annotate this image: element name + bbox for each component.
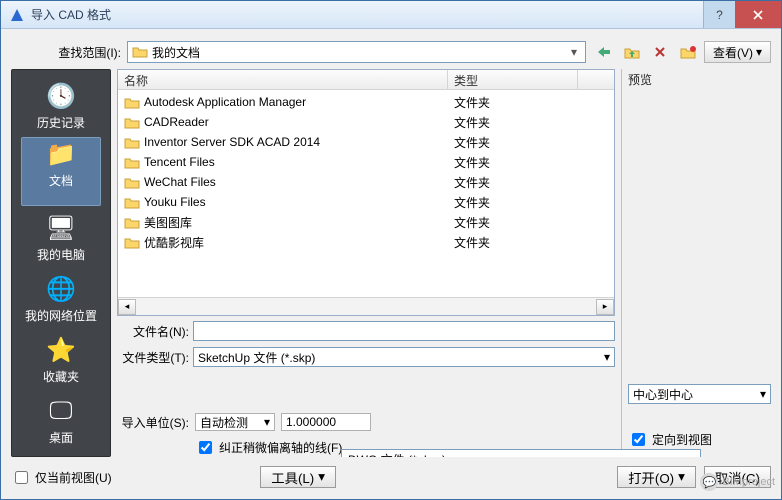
chevron-down-icon: ▾ — [604, 350, 610, 364]
window-title: 导入 CAD 格式 — [31, 6, 703, 23]
import-unit-label: 导入单位(S): — [117, 414, 189, 431]
folder-icon — [124, 155, 140, 169]
chevron-down-icon: ▾ — [756, 45, 762, 59]
file-row[interactable]: Inventor Server SDK ACAD 2014文件夹 — [118, 132, 614, 152]
horizontal-scrollbar[interactable]: ◂ ▸ — [118, 297, 614, 315]
sidebar-item-pc[interactable]: 🖥我的电脑 — [21, 208, 101, 267]
scroll-left-button[interactable]: ◂ — [118, 299, 136, 315]
folder-icon — [124, 215, 140, 229]
orient-checkbox[interactable] — [632, 433, 645, 446]
file-row[interactable]: 优酷影视库文件夹 — [118, 232, 614, 252]
up-folder-icon[interactable] — [620, 41, 644, 63]
sidebar-item-history[interactable]: 🕓历史记录 — [21, 76, 101, 135]
import-unit-select[interactable]: 自动检测▾ — [195, 413, 275, 431]
sidebar-item-net[interactable]: 🌐我的网络位置 — [21, 269, 101, 328]
sidebar-item-docs[interactable]: 📁文档 — [21, 137, 101, 206]
delete-icon[interactable] — [648, 41, 672, 63]
sidebar-item-fav[interactable]: ⭐收藏夹 — [21, 330, 101, 389]
lookin-value: 我的文档 — [152, 44, 200, 61]
filename-input[interactable] — [193, 321, 615, 341]
net-icon: 🌐 — [45, 273, 77, 305]
titlebar[interactable]: 导入 CAD 格式 ? — [1, 1, 781, 29]
new-folder-icon[interactable] — [676, 41, 700, 63]
folder-icon — [124, 175, 140, 189]
folder-icon — [132, 44, 148, 60]
file-row[interactable]: Autodesk Application Manager文件夹 — [118, 92, 614, 112]
file-row[interactable]: Youku Files文件夹 — [118, 192, 614, 212]
chevron-down-icon: ▾ — [567, 43, 581, 61]
file-row[interactable]: WeChat Files文件夹 — [118, 172, 614, 192]
lookin-dropdown[interactable]: 我的文档 ▾ — [127, 41, 586, 63]
column-type[interactable]: 类型 — [448, 70, 578, 89]
orient-label: 定向到视图 — [652, 431, 712, 448]
places-bar: 🕓历史记录📁文档🖥我的电脑🌐我的网络位置⭐收藏夹🖵桌面 — [11, 69, 111, 457]
column-name[interactable]: 名称 — [118, 70, 448, 89]
folder-icon — [124, 95, 140, 109]
folder-icon — [124, 135, 140, 149]
lookin-label: 查找范围(I): — [11, 44, 121, 61]
desk-icon: 🖵 — [45, 395, 77, 427]
tools-button[interactable]: 工具(L)▾ — [260, 466, 336, 488]
chat-icon: 💬 — [700, 473, 718, 491]
only-front-label: 仅当前视图(U) — [35, 469, 112, 486]
file-row[interactable]: 美图图库文件夹 — [118, 212, 614, 232]
view-menu-button[interactable]: 查看(V)▾ — [704, 41, 771, 63]
file-list[interactable]: Autodesk Application Manager文件夹CADReader… — [118, 90, 614, 297]
filetype-select[interactable]: SketchUp 文件 (*.skp) ▾ — [193, 347, 615, 367]
docs-icon: 📁 — [45, 138, 77, 170]
file-row[interactable]: CADReader文件夹 — [118, 112, 614, 132]
filename-label: 文件名(N): — [117, 323, 189, 340]
position-select[interactable]: 中心到中心▾ — [628, 384, 771, 404]
help-button[interactable]: ? — [703, 1, 735, 28]
folder-icon — [124, 235, 140, 249]
only-front-checkbox[interactable] — [15, 471, 28, 484]
fix-axis-checkbox[interactable] — [199, 441, 212, 454]
watermark: 💬 BIMproject — [700, 473, 775, 491]
history-icon: 🕓 — [45, 80, 77, 112]
scroll-right-button[interactable]: ▸ — [596, 299, 614, 315]
close-button[interactable] — [735, 1, 781, 28]
folder-icon — [124, 115, 140, 129]
fav-icon: ⭐ — [45, 334, 77, 366]
filetype-dropdown-list[interactable]: DWG 文件 (*.dwg)DXF 文件 (*.dxf)DGN 文件 (*.dg… — [341, 449, 701, 457]
open-button[interactable]: 打开(O)▾ — [617, 466, 696, 488]
pc-icon: 🖥 — [45, 212, 77, 244]
filetype-option[interactable]: DWG 文件 (*.dwg) — [342, 450, 700, 457]
preview-title: 预览 — [628, 69, 771, 94]
back-icon[interactable] — [592, 41, 616, 63]
precision-value: 1.000000 — [281, 413, 371, 431]
app-icon — [9, 7, 25, 23]
filetype-label: 文件类型(T): — [117, 349, 189, 366]
file-row[interactable]: Tencent Files文件夹 — [118, 152, 614, 172]
folder-icon — [124, 195, 140, 209]
fix-axis-label: 纠正稍微偏离轴的线(F) — [219, 439, 342, 456]
sidebar-item-desk[interactable]: 🖵桌面 — [21, 391, 101, 450]
